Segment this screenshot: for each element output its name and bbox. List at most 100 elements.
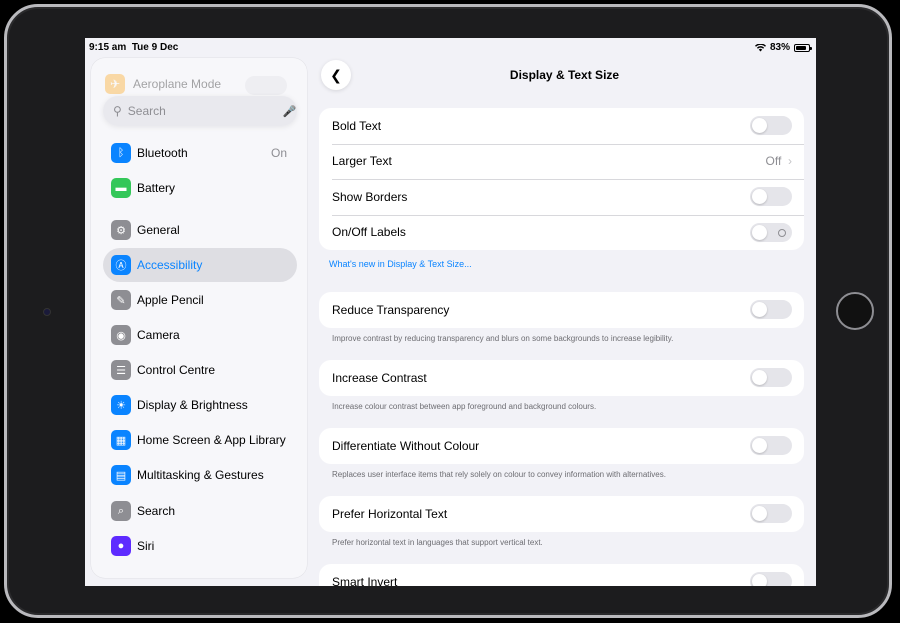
- row-increase-contrast: Increase Contrast: [319, 360, 804, 396]
- sidebar-item-battery[interactable]: ▬ Battery: [103, 171, 297, 205]
- search-icon: ⚲: [113, 104, 122, 118]
- sidebar-item-label: Camera: [137, 328, 180, 342]
- sidebar-item-label: Search: [137, 504, 176, 518]
- onoff-labels-toggle[interactable]: [750, 222, 792, 242]
- prefer-horizontal-group: Prefer Horizontal Text: [319, 496, 804, 532]
- row-label: Prefer Horizontal Text: [332, 506, 448, 521]
- sidebar-item-search[interactable]: ⌕ Search: [103, 494, 297, 528]
- row-label: Smart Invert: [332, 574, 398, 586]
- row-reduce-transparency: Reduce Transparency: [319, 292, 804, 328]
- row-label: Reduce Transparency: [332, 302, 450, 317]
- larger-text-value-label: Off: [765, 154, 782, 169]
- row-onoff-labels: On/Off Labels: [319, 214, 804, 251]
- row-label: On/Off Labels: [332, 225, 406, 240]
- reduce-transparency-group: Reduce Transparency: [319, 292, 804, 328]
- sidebar-item-bluetooth[interactable]: ᛒ Bluetooth On: [103, 136, 297, 170]
- sun-icon: ☀: [111, 395, 131, 415]
- sidebar-item-label: Home Screen & App Library: [137, 433, 286, 447]
- smart-invert-toggle[interactable]: [750, 572, 792, 586]
- differentiate-note: Replaces user interface items that rely …: [332, 470, 666, 479]
- sidebar-item-apple-pencil[interactable]: ✎ Apple Pencil: [103, 283, 297, 317]
- status-time: 9:15 am: [89, 42, 127, 53]
- status-time-date: 9:15 am Tue 9 Dec: [89, 42, 178, 53]
- increase-contrast-group: Increase Contrast: [319, 360, 804, 396]
- sidebar-item-value: On: [270, 146, 287, 160]
- sidebar-item-label: General: [137, 223, 180, 237]
- wifi-icon: [754, 43, 766, 51]
- status-right: 83%: [754, 42, 812, 53]
- sidebar-item-multitasking-gestures[interactable]: ▤ Multitasking & Gestures: [103, 458, 297, 492]
- reduce-transparency-toggle[interactable]: [750, 300, 792, 320]
- siri-icon: ●: [111, 536, 131, 556]
- status-date: Tue 9 Dec: [131, 42, 179, 53]
- row-label: Differentiate Without Colour: [332, 438, 480, 453]
- row-differentiate-without-colour: Differentiate Without Colour: [319, 428, 804, 464]
- search-input[interactable]: [127, 104, 283, 118]
- larger-text-value: Off ›: [766, 154, 792, 168]
- increase-contrast-toggle[interactable]: [750, 368, 792, 388]
- row-larger-text[interactable]: Larger Text Off ›: [319, 143, 804, 180]
- status-bar: 9:15 am Tue 9 Dec 83%: [85, 38, 816, 58]
- sidebar-item-label: Multitasking & Gestures: [137, 468, 264, 482]
- sidebar-item-label: Bluetooth: [137, 146, 188, 160]
- chevron-right-icon: ›: [788, 154, 792, 169]
- page-title: Display & Text Size: [509, 68, 620, 82]
- row-prefer-horizontal-text: Prefer Horizontal Text: [319, 496, 804, 532]
- row-smart-invert: Smart Invert: [319, 564, 804, 586]
- sidebar-item-display-brightness[interactable]: ☀ Display & Brightness: [103, 388, 297, 422]
- sidebar-item-label: Control Centre: [137, 363, 216, 377]
- front-camera: [43, 308, 51, 316]
- row-label: Increase Contrast: [332, 370, 427, 385]
- show-borders-toggle[interactable]: [750, 187, 792, 207]
- battery-status-icon: [794, 43, 812, 52]
- sidebar-search: ⚲ 🎤: [103, 96, 297, 126]
- aeroplane-mode-toggle[interactable]: [245, 76, 287, 95]
- search-icon: ⌕: [111, 501, 131, 521]
- accessibility-icon: Ⓐ: [111, 255, 131, 275]
- text-options-group: Bold Text Larger Text Off › Show Borders…: [319, 108, 804, 250]
- sidebar-item-label: Accessibility: [137, 258, 203, 272]
- whats-new-link[interactable]: What's new in Display & Text Size...: [329, 259, 472, 269]
- battery-icon: ▬: [111, 178, 131, 198]
- microphone-icon[interactable]: 🎤: [283, 105, 297, 118]
- screen: 9:15 am Tue 9 Dec 83% ✈ Aeroplane Mode ⚲…: [85, 38, 816, 586]
- sidebar-item-accessibility[interactable]: Ⓐ Accessibility: [103, 248, 297, 282]
- row-bold-text: Bold Text: [319, 108, 804, 144]
- gear-icon: ⚙: [111, 220, 131, 240]
- sidebar-item-siri[interactable]: ● Siri: [103, 529, 297, 563]
- sidebar: ✈ Aeroplane Mode ⚲ 🎤 ᛒ Bluetooth On ▬ Batter…: [91, 58, 307, 578]
- bold-text-toggle[interactable]: [750, 116, 792, 136]
- row-label: Bold Text: [332, 118, 382, 133]
- camera-icon: ◉: [111, 325, 131, 345]
- prefer-horizontal-text-toggle[interactable]: [750, 504, 792, 524]
- differentiate-group: Differentiate Without Colour: [319, 428, 804, 464]
- battery-fill: [796, 45, 806, 50]
- pencil-icon: ✎: [111, 290, 131, 310]
- main-content: ❮ Display & Text Size Bold Text Larger T…: [313, 58, 816, 586]
- row-label: Show Borders: [332, 189, 408, 204]
- differentiate-without-colour-toggle[interactable]: [750, 436, 792, 456]
- sidebar-item-label: Aeroplane Mode: [133, 77, 222, 91]
- prefer-horizontal-note: Prefer horizontal text in languages that…: [332, 538, 543, 547]
- increase-contrast-note: Increase colour contrast between app for…: [332, 402, 597, 411]
- smart-invert-group: Smart Invert: [319, 564, 804, 586]
- sidebar-item-label: Battery: [137, 181, 176, 195]
- sidebar-item-camera[interactable]: ◉ Camera: [103, 318, 297, 352]
- sidebar-item-label: Siri: [137, 539, 155, 553]
- sidebar-item-home-screen-app-library[interactable]: ▦ Home Screen & App Library: [103, 423, 297, 457]
- reduce-transparency-note: Improve contrast by reducing transparenc…: [332, 334, 674, 343]
- home-button[interactable]: [836, 292, 874, 330]
- multitasking-icon: ▤: [111, 465, 131, 485]
- home-screen-icon: ▦: [111, 430, 131, 450]
- sidebar-item-control-centre[interactable]: ☰ Control Centre: [103, 353, 297, 387]
- sidebar-item-label: Apple Pencil: [137, 293, 204, 307]
- row-show-borders: Show Borders: [319, 179, 804, 215]
- sidebar-item-aeroplane-mode[interactable]: ✈ Aeroplane Mode: [105, 74, 221, 94]
- battery-percent: 83%: [769, 42, 790, 53]
- sidebar-item-label: Display & Brightness: [137, 398, 248, 412]
- airplane-icon: ✈: [105, 74, 125, 94]
- bluetooth-icon: ᛒ: [111, 143, 131, 163]
- sidebar-item-general[interactable]: ⚙ General: [103, 213, 297, 247]
- row-label: Larger Text: [332, 154, 392, 169]
- control-centre-icon: ☰: [111, 360, 131, 380]
